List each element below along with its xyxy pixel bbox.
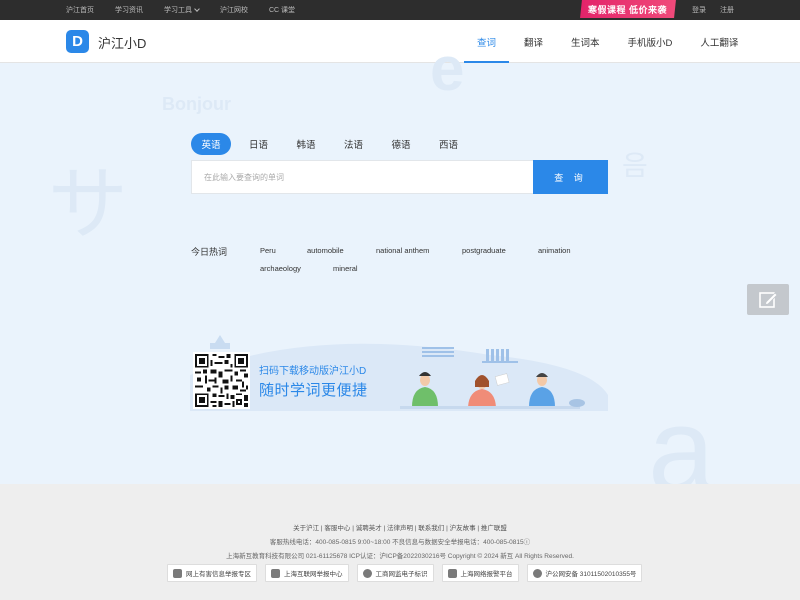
banner-title: 扫码下载移动版沪江小D <box>259 366 367 377</box>
lang-tab-japanese[interactable]: 日语 <box>239 133 279 155</box>
footer-hotline: 客服热线电话：400-085-0815 9:00~18:00 不良信息与数据安全… <box>269 539 531 546</box>
hot-word[interactable]: mineral <box>333 264 358 273</box>
shield-icon <box>173 568 182 578</box>
footer-badges: 网上有害信息举报专区 上海互联网举报中心 工商网监电子标识 上海网络报警平台 沪… <box>167 564 650 582</box>
badge-harmful-info[interactable]: 网上有害信息举报专区 <box>167 564 257 582</box>
edit-icon <box>759 291 778 308</box>
nav-translate[interactable]: 翻译 <box>511 20 556 63</box>
deco-bonjour: Bonjour <box>162 94 231 114</box>
badge-label: 网上有害信息举报专区 <box>186 571 251 578</box>
topbar-link-tools[interactable]: 学习工具 <box>164 5 200 15</box>
deco-eum: 음 <box>622 150 648 181</box>
search-input[interactable] <box>191 160 533 194</box>
hot-words-label: 今日热词 <box>191 247 228 257</box>
main-nav: 查词 翻译 生词本 手机版小D 人工翻译 <box>464 20 753 63</box>
deco-sa: サ <box>48 160 128 249</box>
top-bar: 沪江首页 学习资讯 学习工具 沪江网校 CC 课堂 寒假课程 低价来袭 登录 注… <box>0 0 800 20</box>
badge-label: 工商网监电子标识 <box>375 571 428 578</box>
emblem-icon <box>362 568 372 578</box>
hot-word[interactable]: national anthem <box>376 246 429 255</box>
hot-word[interactable]: Peru <box>260 246 276 255</box>
login-link[interactable]: 登录 <box>692 5 706 15</box>
lang-tab-french[interactable]: 法语 <box>334 133 374 155</box>
search-button[interactable]: 查 询 <box>533 160 608 194</box>
nav-mobile[interactable]: 手机版小D <box>615 20 686 63</box>
deco-e: e <box>430 35 465 104</box>
banner-subtitle: 随时学词更便捷 <box>259 382 368 399</box>
chevron-down-icon <box>194 5 200 12</box>
nav-lookup[interactable]: 查词 <box>464 20 510 63</box>
badge-business-license[interactable]: 工商网监电子标识 <box>356 564 434 582</box>
lang-tab-english[interactable]: 英语 <box>191 133 231 155</box>
download-banner: 扫码下载移动版沪江小D 随时学词更便捷 <box>190 335 608 411</box>
promo-banner[interactable]: 寒假课程 低价来袭 <box>580 0 676 18</box>
lang-tab-spanish[interactable]: 西语 <box>429 133 469 155</box>
register-link[interactable]: 注册 <box>720 5 734 15</box>
footer-company: 上海新互教育科技有限公司 021-61125678 ICP认证：沪ICP备202… <box>226 553 574 560</box>
feedback-button[interactable] <box>747 284 789 315</box>
badge-police-platform[interactable]: 上海网络报警平台 <box>441 564 519 582</box>
qr-code <box>193 352 250 409</box>
lang-tab-german[interactable]: 德语 <box>381 133 421 155</box>
topbar-link-cc[interactable]: CC 课堂 <box>269 5 295 15</box>
lang-tab-korean[interactable]: 韩语 <box>286 133 326 155</box>
tools-label: 学习工具 <box>164 7 192 14</box>
nav-wordbook[interactable]: 生词本 <box>558 20 613 63</box>
badge-label: 上海网络报警平台 <box>460 571 513 578</box>
badge-sh-report-center[interactable]: 上海互联网举报中心 <box>265 564 349 582</box>
hot-word[interactable]: animation <box>538 246 571 255</box>
brand-name[interactable]: 沪江小D <box>98 33 146 52</box>
banner-illustration <box>190 335 608 411</box>
footer: 关于沪江 | 客服中心 | 诚聘英才 | 法律声明 | 联系我们 | 沪友故事 … <box>0 484 800 600</box>
nav-human-translate[interactable]: 人工翻译 <box>687 20 751 63</box>
police-icon <box>447 568 457 578</box>
promo-text: 寒假课程 低价来袭 <box>588 4 668 15</box>
hot-word[interactable]: archaeology <box>260 264 301 273</box>
flag-icon <box>271 568 280 578</box>
badge-label: 沪公网安备 31011502010355号 <box>545 571 637 578</box>
hot-word[interactable]: postgraduate <box>462 246 506 255</box>
topbar-link-home[interactable]: 沪江首页 <box>66 5 94 15</box>
header: D 沪江小D 查词 翻译 生词本 手机版小D 人工翻译 <box>0 20 800 63</box>
topbar-link-school[interactable]: 沪江网校 <box>220 5 248 15</box>
topbar-link-news[interactable]: 学习资讯 <box>115 5 143 15</box>
logo-icon[interactable]: D <box>66 30 89 53</box>
language-tabs: 英语 日语 韩语 法语 德语 西语 <box>191 133 476 155</box>
footer-links[interactable]: 关于沪江 | 客服中心 | 诚聘英才 | 法律声明 | 联系我们 | 沪友故事 … <box>0 522 800 532</box>
search-bar: 查 询 <box>191 160 608 194</box>
hot-word[interactable]: automobile <box>307 246 344 255</box>
badge-label: 上海互联网举报中心 <box>284 571 343 578</box>
badge-emblem-icon <box>532 568 542 578</box>
badge-public-security[interactable]: 沪公网安备 31011502010355号 <box>526 564 643 582</box>
